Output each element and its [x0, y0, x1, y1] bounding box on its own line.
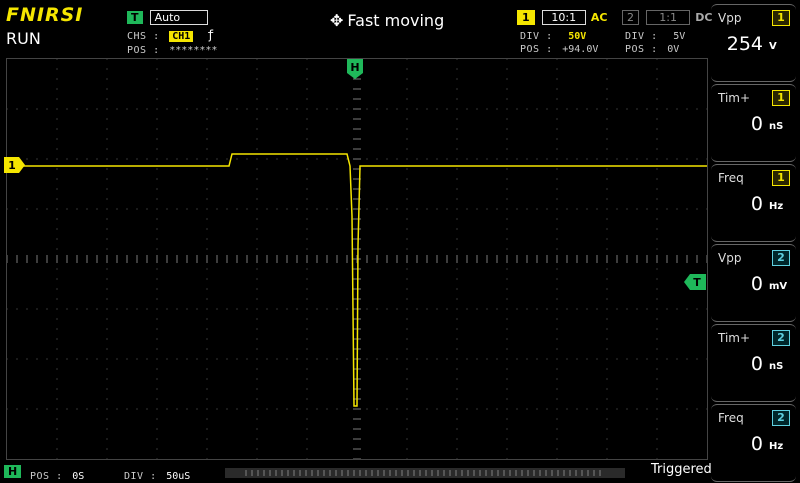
memory-position-scrollbar[interactable] — [225, 463, 625, 478]
timebase-div[interactable]: DIV : 50uS — [124, 464, 190, 483]
ch1-pos-value: +94.0V — [562, 44, 599, 55]
timebase-div-value: 50uS — [166, 471, 191, 482]
measurement-unit: mV — [769, 281, 788, 292]
measurement-value: 0 — [750, 353, 763, 375]
measurement-name: Tim+ — [718, 331, 751, 345]
measurement-unit: nS — [769, 361, 784, 372]
trigger-block[interactable]: T Auto — [127, 6, 208, 25]
measurement-item[interactable]: Freq 1 0 Hz — [711, 164, 796, 242]
h-marker-label: H — [350, 61, 359, 74]
trigger-status: Triggered — [651, 462, 712, 477]
trigger-pos: POS : ******** — [127, 38, 217, 57]
ch1-level-marker[interactable]: 1 — [4, 157, 26, 177]
measurement-name: Tim+ — [718, 91, 751, 105]
ch1-marker-label: 1 — [8, 159, 16, 172]
bottom-bar: H POS : 0S DIV : 50uS Triggered — [0, 460, 800, 483]
ch1-coupling: AC — [590, 11, 608, 24]
status-fast-moving: ✥ Fast moving — [330, 11, 444, 30]
timebase-pos-label: POS : — [30, 471, 63, 482]
measurement-channel-badge: 2 — [772, 410, 790, 426]
move-arrows-icon: ✥ — [330, 11, 344, 30]
ch1-trace — [7, 153, 707, 407]
measurement-name: Freq — [718, 411, 744, 425]
measurement-channel-badge: 1 — [772, 90, 790, 106]
ch1-probe: 10:1 — [541, 10, 586, 25]
status-text: Fast moving — [347, 11, 445, 30]
ch1-badge: 1 — [517, 10, 535, 25]
ch2-pos: POS : 0V — [625, 37, 679, 56]
trigger-pos-value: ******** — [169, 45, 218, 56]
measurement-name: Vpp — [718, 11, 742, 25]
ch2-pos-label: POS : — [625, 44, 658, 55]
measurement-unit: Hz — [769, 201, 784, 212]
measurement-item[interactable]: Vpp 2 0 mV — [711, 244, 796, 322]
trigger-badge: T — [127, 11, 143, 24]
measurement-channel-badge: 2 — [772, 250, 790, 266]
timebase-pos[interactable]: POS : 0S — [30, 464, 84, 483]
waveform-canvas — [6, 58, 708, 460]
trigger-mode[interactable]: Auto — [149, 10, 208, 25]
measurement-value: 0 — [750, 273, 763, 295]
waveform-display[interactable] — [6, 58, 708, 460]
measurement-channel-badge: 1 — [772, 10, 790, 26]
trigger-level-marker[interactable]: T — [684, 274, 706, 294]
run-state[interactable]: RUN — [6, 29, 41, 48]
brand-logo: FNIRSI — [6, 4, 84, 26]
measurement-unit: nS — [769, 121, 784, 132]
measurement-name: Vpp — [718, 251, 742, 265]
ch2-header[interactable]: 2 1:1 DC — [622, 6, 712, 25]
measurement-item[interactable]: Tim+ 2 0 nS — [711, 324, 796, 402]
measurement-channel-badge: 2 — [772, 330, 790, 346]
timebase-badge: H — [4, 465, 22, 478]
trigger-pos-label: POS : — [127, 45, 160, 56]
measurement-value: 254 — [726, 33, 763, 55]
trigger-marker-label: T — [693, 276, 701, 289]
measurement-item[interactable]: Vpp 1 254 V — [711, 4, 796, 82]
measurement-unit: Hz — [769, 441, 784, 452]
ch2-pos-value: 0V — [667, 44, 680, 55]
horizontal-position-marker[interactable]: H — [347, 59, 363, 79]
ch2-coupling: DC — [695, 11, 713, 24]
measurement-value: 0 — [750, 113, 763, 135]
ch2-badge: 2 — [622, 10, 639, 25]
measurement-name: Freq — [718, 171, 744, 185]
measurement-value: 0 — [750, 433, 763, 455]
ch1-pos-label: POS : — [520, 44, 553, 55]
ch1-header[interactable]: 1 10:1 AC — [517, 6, 607, 25]
ch1-pos: POS : +94.0V — [520, 37, 598, 56]
timebase-div-label: DIV : — [124, 471, 157, 482]
measurement-item[interactable]: Tim+ 1 0 nS — [711, 84, 796, 162]
measurement-channel-badge: 1 — [772, 170, 790, 186]
ch2-probe: 1:1 — [646, 10, 691, 25]
timebase-pos-value: 0S — [72, 471, 85, 482]
measurement-value: 0 — [750, 193, 763, 215]
measurement-unit: V — [769, 41, 777, 52]
